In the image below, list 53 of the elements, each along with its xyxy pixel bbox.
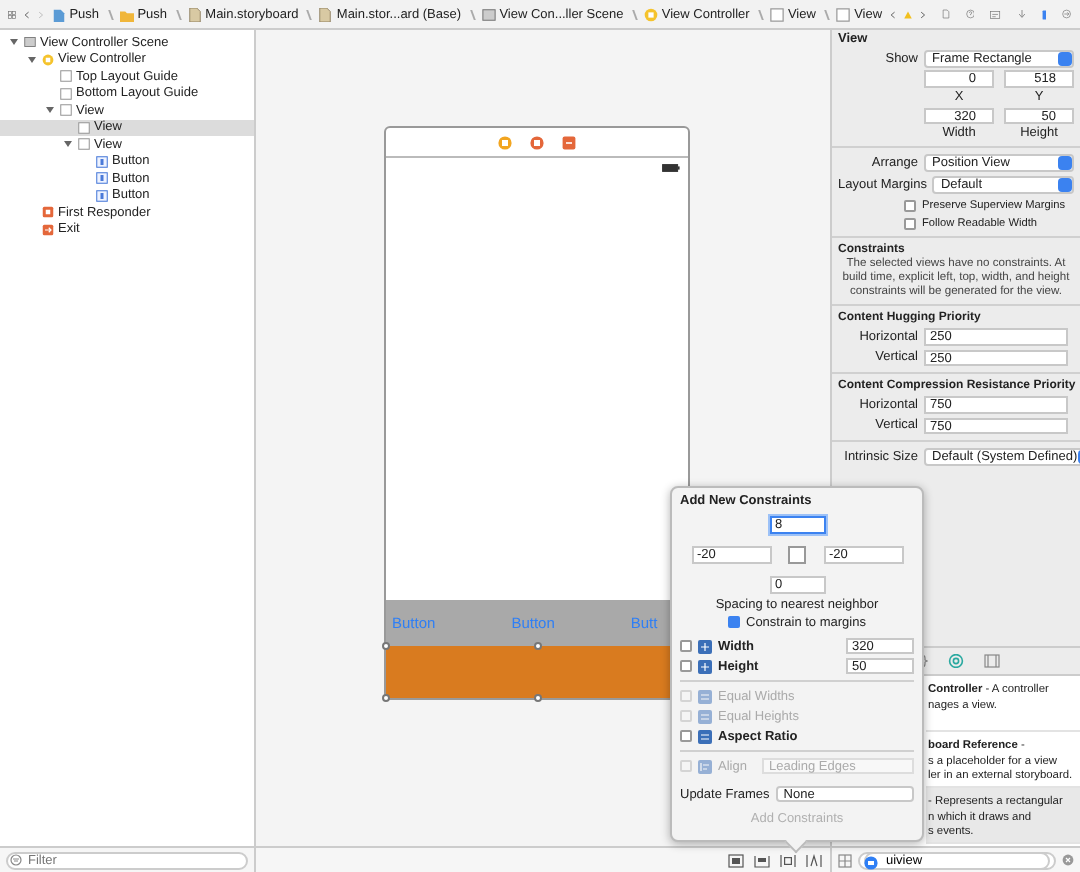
- help-icon[interactable]: [965, 6, 975, 22]
- checkbox[interactable]: [728, 616, 740, 628]
- battery-icon: [662, 164, 680, 172]
- stack-icon[interactable]: [754, 853, 770, 867]
- equal-size-icon: [698, 689, 712, 703]
- expanded-triangle-icon[interactable]: [44, 104, 56, 117]
- equal-size-icon: [698, 709, 712, 723]
- controller-icon[interactable]: [498, 135, 512, 149]
- resize-handle[interactable]: [382, 642, 390, 650]
- down-arrow-icon[interactable]: [1017, 6, 1026, 22]
- file-icon[interactable]: [941, 6, 950, 22]
- expanded-triangle-icon[interactable]: [8, 36, 20, 49]
- controller-icon: [643, 7, 658, 21]
- pin-icon[interactable]: [780, 853, 796, 867]
- checkbox[interactable]: [680, 730, 692, 742]
- clear-icon[interactable]: [1062, 854, 1074, 866]
- size-icon: [698, 639, 712, 653]
- exit-icon[interactable]: [562, 135, 576, 149]
- folder-icon: [119, 7, 134, 21]
- size-icon: [698, 659, 712, 673]
- frame-icon[interactable]: [728, 853, 744, 867]
- grid-icon[interactable]: [838, 853, 852, 867]
- scene-icon: [24, 36, 36, 49]
- resize-handle[interactable]: [382, 694, 390, 702]
- align-icon: [698, 759, 712, 773]
- expanded-triangle-icon[interactable]: [62, 138, 74, 151]
- equal-size-icon: [698, 729, 712, 743]
- resolve-icon[interactable]: [806, 853, 822, 867]
- view-icon: [836, 7, 851, 21]
- checkbox[interactable]: [680, 660, 692, 672]
- film-icon[interactable]: [984, 654, 1000, 668]
- view-preview-icon: [788, 546, 806, 564]
- expanded-triangle-icon[interactable]: [26, 53, 38, 66]
- resize-handle[interactable]: [533, 694, 541, 702]
- cube-icon[interactable]: [530, 135, 544, 149]
- grid-icon[interactable]: [8, 7, 16, 21]
- warning-icon[interactable]: [903, 7, 912, 21]
- exit-icon: [42, 223, 54, 236]
- checkbox[interactable]: [904, 199, 916, 211]
- target-icon[interactable]: [948, 654, 964, 668]
- checkbox[interactable]: [680, 640, 692, 652]
- view-icon: [769, 7, 784, 21]
- document-icon: [51, 7, 66, 21]
- checkbox[interactable]: [904, 217, 916, 229]
- cube-icon: [42, 206, 54, 219]
- scene-icon: [481, 7, 496, 21]
- arrow-circle-icon[interactable]: [1062, 6, 1072, 22]
- id-card-icon[interactable]: [990, 7, 1002, 21]
- controller-icon: [42, 53, 54, 66]
- ruler-icon[interactable]: [1041, 5, 1047, 23]
- document-icon: [187, 7, 202, 21]
- resize-handle[interactable]: [533, 642, 541, 650]
- document-icon: [318, 7, 333, 21]
